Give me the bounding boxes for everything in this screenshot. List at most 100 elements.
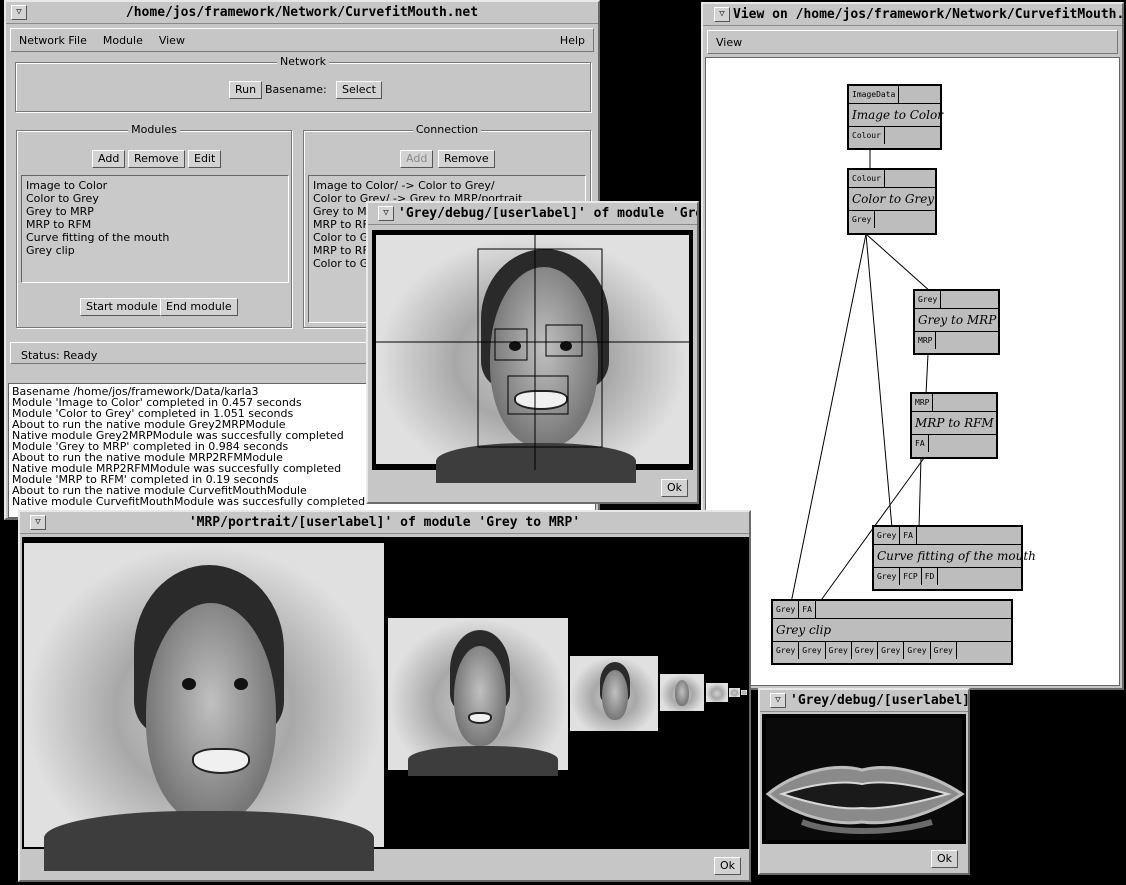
list-item[interactable]: Grey clip — [26, 244, 284, 257]
list-item[interactable]: MRP to RFM — [26, 218, 284, 231]
detection-overlay — [372, 230, 693, 470]
modules-group-title: Modules — [128, 123, 180, 136]
view-window-titlebar[interactable]: ▽ View on /home/jos/framework/Network/Cu… — [703, 4, 1122, 26]
face-region — [602, 670, 628, 720]
output-port[interactable]: Grey — [826, 642, 852, 659]
list-item[interactable]: Image to Color/ -> Color to Grey/ — [313, 179, 581, 192]
modules-remove-button[interactable]: Remove — [128, 150, 185, 168]
modules-edit-button[interactable]: Edit — [188, 150, 222, 168]
output-port[interactable]: Grey — [799, 642, 826, 659]
end-module-button[interactable]: End module — [160, 298, 238, 316]
portrait-level-3 — [570, 656, 658, 731]
input-port[interactable]: FA — [799, 601, 816, 618]
input-port[interactable]: FA — [900, 527, 917, 544]
list-item[interactable]: Color to Grey — [26, 192, 284, 205]
menu-view[interactable]: View — [708, 36, 750, 49]
output-port[interactable]: Grey — [904, 642, 931, 659]
output-port[interactable]: Grey — [874, 568, 901, 585]
node-label: MRP to RFM — [915, 416, 994, 430]
debug-window-titlebar[interactable]: ▽ 'Grey/debug/[userlabel]' of module 'Gr… — [368, 203, 697, 225]
portrait-level-1 — [24, 543, 384, 871]
network-group-title: Network — [277, 55, 329, 68]
node-curve-fitting-of-the-mouth[interactable]: Grey FA Curve fitting of the mouth Grey … — [872, 525, 1036, 591]
connection-lines — [790, 150, 932, 604]
output-port[interactable]: Grey — [849, 211, 876, 228]
status-text: Status: Ready — [21, 349, 98, 362]
output-port[interactable]: Grey — [931, 642, 957, 659]
debug-window: ▽ 'Grey/debug/[userlabel]' of module 'Gr… — [366, 201, 699, 504]
input-port[interactable]: Grey — [915, 291, 942, 308]
node-mrp-to-rfm[interactable]: MRP MRP to RFM FA — [910, 392, 998, 459]
node-grey-to-mrp[interactable]: Grey Grey to MRP MRP — [913, 289, 1000, 355]
output-port[interactable]: Grey — [878, 642, 905, 659]
output-port[interactable]: FD — [922, 568, 939, 585]
ok-button[interactable]: Ok — [713, 857, 741, 875]
menu-module[interactable]: Module — [95, 34, 151, 47]
output-port[interactable]: FA — [912, 435, 929, 452]
view-window-title: View on /home/jos/framework/Network/Curv… — [733, 7, 1122, 22]
node-color-to-grey[interactable]: Colour Color to Grey Grey — [847, 168, 937, 235]
mrp-window-titlebar[interactable]: ▽ 'MRP/portrait/[userlabel]' of module '… — [20, 512, 749, 534]
node-image-to-color[interactable]: ImageData Image to Color Colour — [847, 84, 943, 150]
face-region — [146, 603, 276, 823]
input-port[interactable]: Colour — [849, 170, 885, 187]
node-label: Image to Color — [852, 108, 943, 122]
list-item[interactable]: Image to Color — [26, 179, 284, 192]
input-port[interactable]: MRP — [912, 394, 934, 411]
menu-help[interactable]: Help — [552, 34, 593, 47]
portrait-level-7 — [741, 690, 747, 695]
portrait-level-5 — [706, 683, 728, 702]
input-port[interactable]: Grey — [773, 601, 800, 618]
node-label: Grey clip — [776, 623, 832, 637]
main-menubar: Network File Module View Help — [10, 28, 594, 52]
ok-button[interactable]: Ok — [660, 479, 688, 497]
lips-window-titlebar[interactable]: ▽ 'Grey/debug/[userlabel]' — [760, 690, 968, 712]
basename-label: Basename: — [265, 83, 327, 96]
main-window-titlebar[interactable]: ▽ /home/jos/framework/Network/CurvefitMo… — [6, 2, 598, 24]
ok-button[interactable]: Ok — [930, 850, 958, 868]
left-eye — [182, 678, 196, 690]
mrp-image-frame — [22, 537, 749, 871]
input-port[interactable]: ImageData — [849, 86, 900, 103]
shoulders-region — [44, 811, 374, 871]
input-port[interactable]: Grey — [874, 527, 901, 544]
node-label: Color to Grey — [852, 192, 935, 206]
list-item[interactable]: Grey to MRP — [26, 205, 284, 218]
mrp-window-title: 'MRP/portrait/[userlabel]' of module 'Gr… — [188, 515, 581, 530]
mrp-window: ▽ 'MRP/portrait/[userlabel]' of module '… — [18, 510, 751, 882]
output-port[interactable]: FCP — [900, 568, 922, 585]
select-button[interactable]: Select — [336, 81, 382, 99]
view-window: ▽ View on /home/jos/framework/Network/Cu… — [701, 2, 1124, 690]
output-port[interactable]: Grey — [773, 642, 800, 659]
face-region — [675, 680, 689, 706]
portrait-level-2 — [388, 618, 568, 776]
start-module-button[interactable]: Start module — [80, 298, 164, 316]
menu-network-file[interactable]: Network File — [11, 34, 95, 47]
run-button[interactable]: Run — [229, 81, 263, 99]
mouth — [468, 712, 492, 724]
lips-window: ▽ 'Grey/debug/[userlabel]' Ok — [758, 688, 970, 875]
connection-remove-button[interactable]: Remove — [438, 150, 495, 168]
debug-image-frame — [372, 230, 693, 483]
node-label: Curve fitting of the mouth — [877, 549, 1036, 563]
output-port[interactable]: Grey — [852, 642, 879, 659]
connection-group-title: Connection — [412, 123, 482, 136]
list-item[interactable]: Curve fitting of the mouth — [26, 231, 284, 244]
modules-add-button[interactable]: Add — [92, 150, 126, 168]
menu-view[interactable]: View — [151, 34, 193, 47]
output-port[interactable]: Colour — [849, 127, 885, 144]
modules-group: Modules Add Remove Edit Image to Color C… — [16, 123, 292, 328]
modules-list[interactable]: Image to Color Color to Grey Grey to MRP… — [21, 175, 289, 283]
lips-window-title: 'Grey/debug/[userlabel]' — [790, 693, 968, 708]
shoulders-region — [408, 746, 558, 776]
output-port[interactable]: MRP — [915, 332, 937, 349]
mouth — [192, 748, 250, 774]
portrait-level-6 — [729, 688, 740, 697]
network-canvas[interactable]: ImageData Image to Color Colour Colour C… — [705, 57, 1120, 686]
debug-window-title: 'Grey/debug/[userlabel]' of module 'Grey… — [398, 206, 697, 221]
network-group: Network Run Basename: Select — [15, 55, 591, 112]
node-grey-clip[interactable]: Grey FA Grey clip Grey Grey Grey Grey Gr… — [771, 599, 1013, 665]
lips-image-frame — [762, 714, 966, 844]
connection-add-button[interactable]: Add — [400, 150, 434, 168]
face-region — [454, 646, 506, 746]
